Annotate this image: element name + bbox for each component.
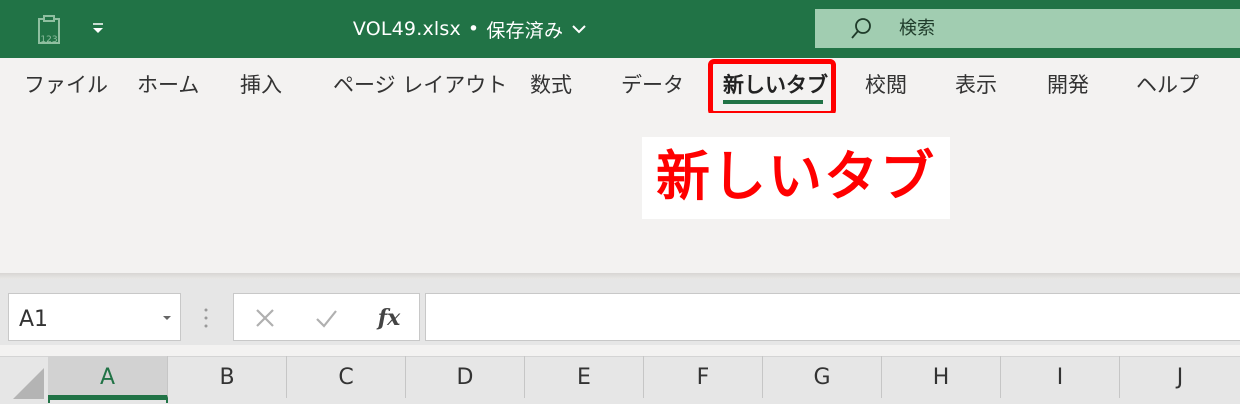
tab-help[interactable]: ヘルプ [1136, 58, 1199, 113]
document-title[interactable]: VOL49.xlsx • 保存済み [0, 0, 940, 58]
column-header-c[interactable]: C [287, 356, 406, 398]
column-header-d[interactable]: D [406, 356, 525, 398]
ribbon-tabs: ファイル ホーム 挿入 ページ レイアウト 数式 データ 新しいタブ 校閲 表示… [0, 58, 1240, 113]
cancel-icon[interactable] [254, 307, 276, 329]
tab-home[interactable]: ホーム [137, 58, 199, 113]
tab-view[interactable]: 表示 [955, 58, 997, 113]
column-header-i[interactable]: I [1001, 356, 1120, 398]
select-all-button[interactable] [0, 356, 48, 403]
tab-highlight-box [708, 59, 836, 116]
save-status: 保存済み [486, 19, 564, 42]
column-header-f[interactable]: F [644, 356, 763, 398]
title-separator: • [467, 18, 480, 40]
tab-data[interactable]: データ [621, 58, 684, 113]
search-icon [851, 18, 871, 39]
ribbon-body [0, 113, 1240, 275]
tab-page-layout[interactable]: ページ レイアウト [333, 58, 507, 113]
tab-file[interactable]: ファイル [24, 58, 108, 113]
column-header-e[interactable]: E [525, 356, 644, 398]
filename: VOL49.xlsx [352, 18, 461, 40]
formula-input[interactable] [425, 293, 1240, 341]
annotation-callout: 新しいタブ [642, 137, 950, 219]
formula-buttons: fx [233, 293, 420, 341]
column-header-g[interactable]: G [763, 356, 882, 398]
chevron-down-icon[interactable] [571, 23, 587, 35]
column-header-j[interactable]: J [1120, 356, 1240, 398]
tab-formulas[interactable]: 数式 [530, 58, 572, 113]
checkmark-icon[interactable] [314, 307, 338, 329]
insert-function-icon[interactable]: fx [374, 300, 404, 336]
name-box-value: A1 [19, 307, 49, 332]
search-box[interactable]: 検索 [815, 9, 1240, 48]
tab-review[interactable]: 校閲 [865, 58, 907, 113]
tab-insert[interactable]: 挿入 [240, 58, 282, 113]
name-box[interactable]: A1 [8, 293, 181, 341]
column-header-b[interactable]: B [168, 356, 287, 398]
chevron-down-icon[interactable] [162, 314, 172, 322]
resize-grip-icon[interactable] [203, 307, 209, 329]
annotation-text: 新しいタブ [656, 145, 936, 208]
column-header-h[interactable]: H [882, 356, 1001, 398]
column-header-a[interactable]: A [48, 356, 168, 398]
search-placeholder: 検索 [899, 18, 935, 39]
tab-developer[interactable]: 開発 [1047, 58, 1089, 113]
title-bar: 123 VOL49.xlsx • 保存済み 検索 [0, 0, 1240, 58]
active-cell-outline [48, 398, 168, 403]
